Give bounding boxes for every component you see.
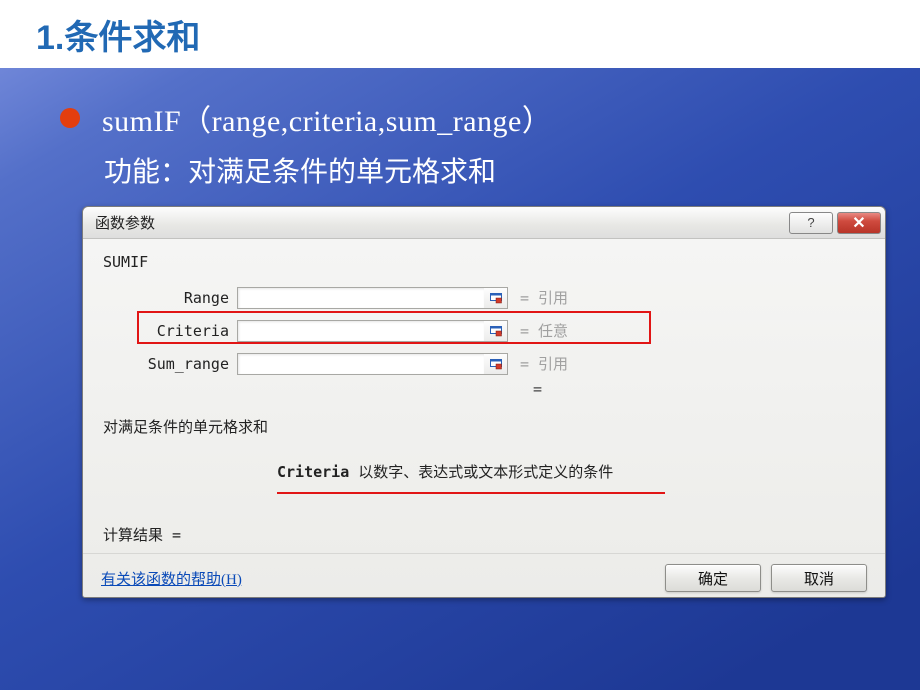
param-row-criteria: Criteria = 任意	[141, 314, 867, 347]
collapse-icon	[490, 325, 502, 337]
param-label-sumrange: Sum_range	[141, 355, 237, 373]
slide-heading: 1.条件求和	[36, 10, 920, 59]
code-line: sumIF（range,criteria,sum_range）	[102, 96, 552, 140]
function-arguments-dialog: 函数参数 ? ✕ SUMIF Range = 引用 Criteria	[82, 206, 886, 598]
function-help-link[interactable]: 有关该函数的帮助(H)	[101, 568, 242, 589]
collapse-icon	[490, 358, 502, 370]
help-button[interactable]: ?	[789, 212, 833, 234]
close-button[interactable]: ✕	[837, 212, 881, 234]
param-row-range: Range = 引用	[141, 281, 867, 314]
param-label-range: Range	[141, 289, 237, 307]
underline-highlight	[277, 492, 665, 494]
dialog-bottom-row: 有关该函数的帮助(H) 确定 取消	[83, 554, 885, 592]
sumrange-ref-button[interactable]	[484, 353, 508, 375]
bullet-row: sumIF（range,criteria,sum_range）	[60, 96, 920, 140]
slide-title-area: 1.条件求和	[0, 0, 920, 68]
range-hint: = 引用	[520, 287, 568, 308]
function-summary: 对满足条件的单元格求和	[103, 416, 867, 437]
sumrange-hint: = 引用	[520, 353, 568, 374]
function-description: 功能：对满足条件的单元格求和	[104, 150, 920, 190]
calc-result-label: 计算结果 =	[103, 524, 867, 545]
collapse-icon	[490, 292, 502, 304]
range-input[interactable]	[237, 287, 485, 309]
sumrange-input[interactable]	[237, 353, 485, 375]
bullet-icon	[60, 108, 80, 128]
param-desc-text: 以数字、表达式或文本形式定义的条件	[358, 463, 613, 481]
param-description: Criteria 以数字、表达式或文本形式定义的条件	[277, 461, 867, 482]
function-name: SUMIF	[103, 253, 867, 271]
param-desc-label: Criteria	[277, 463, 349, 481]
dialog-content: SUMIF Range = 引用 Criteria	[83, 239, 885, 554]
dialog-title: 函数参数	[95, 212, 785, 233]
cancel-button[interactable]: 取消	[771, 564, 867, 592]
ok-button[interactable]: 确定	[665, 564, 761, 592]
help-icon: ?	[807, 215, 814, 230]
parameters-grid: Range = 引用 Criteria = 任意	[141, 281, 867, 380]
criteria-input[interactable]	[237, 320, 485, 342]
criteria-hint: = 任意	[520, 320, 568, 341]
result-equals: =	[533, 380, 867, 402]
param-label-criteria: Criteria	[141, 322, 237, 340]
slide-body: sumIF（range,criteria,sum_range） 功能：对满足条件…	[0, 68, 920, 690]
dialog-titlebar[interactable]: 函数参数 ? ✕	[83, 207, 885, 239]
range-ref-button[interactable]	[484, 287, 508, 309]
close-icon: ✕	[852, 213, 865, 233]
criteria-ref-button[interactable]	[484, 320, 508, 342]
param-row-sumrange: Sum_range = 引用	[141, 347, 867, 380]
